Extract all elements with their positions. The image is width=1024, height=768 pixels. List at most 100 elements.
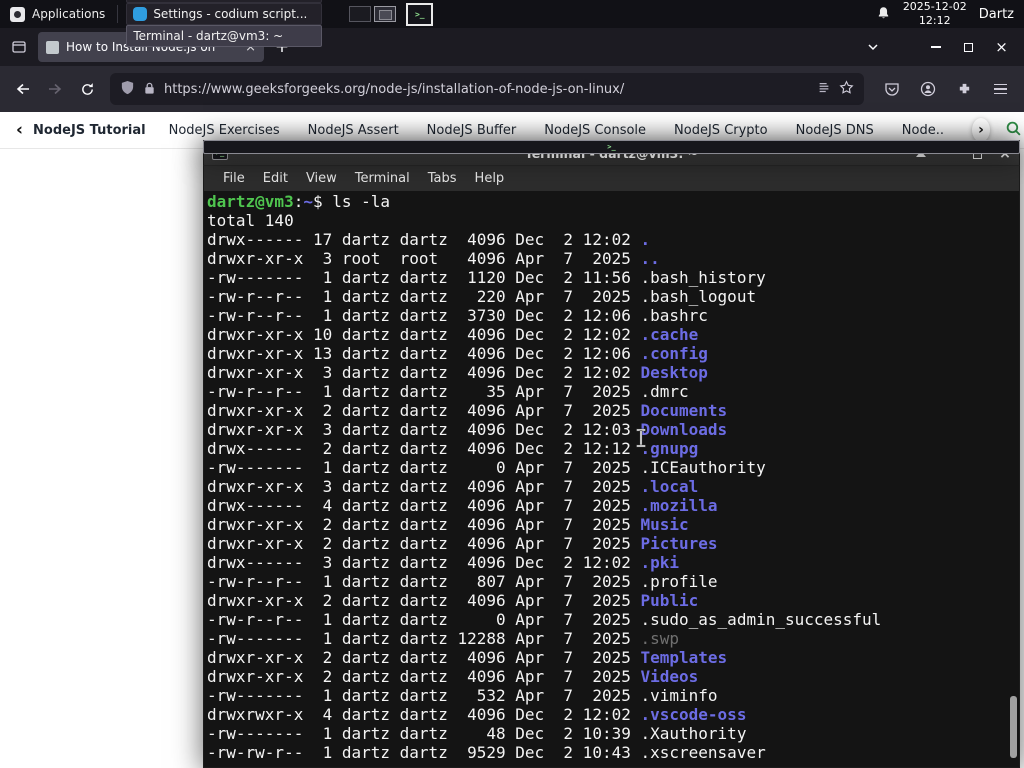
tracking-shield-icon[interactable] [120, 80, 135, 99]
terminal-output-line: drwx------ 3 dartz dartz 4096 Dec 2 12:0… [207, 553, 1019, 572]
taskbar-item-settings[interactable]: Settings - codium script... [126, 3, 323, 25]
terminal-output-line: drwxrwxr-x 4 dartz dartz 4096 Dec 2 12:0… [207, 705, 1019, 724]
terminal-menu-edit[interactable]: Edit [254, 171, 297, 186]
terminal-scrollbar[interactable] [1010, 696, 1017, 758]
notification-bell-icon[interactable] [876, 5, 891, 24]
url-text[interactable]: https://www.geeksforgeeks.org/node-js/in… [164, 82, 809, 97]
terminal-output-line: drwxr-xr-x 3 dartz dartz 4096 Dec 2 12:0… [207, 420, 1019, 439]
account-icon[interactable] [914, 75, 942, 103]
terminal-window: >_ Terminal - dartz@vm3: ~ × FileEditVie… [203, 140, 1020, 768]
site-nav-item[interactable]: Node.. [902, 123, 944, 138]
terminal-menu-file[interactable]: File [214, 171, 254, 186]
nav-scroll-right-icon[interactable]: › [971, 118, 991, 142]
terminal-output-line: -rw-r--r-- 1 dartz dartz 807 Apr 7 2025 … [207, 572, 1019, 591]
browser-close-button[interactable]: × [985, 28, 1018, 66]
terminal-menu-tabs[interactable]: Tabs [419, 171, 466, 186]
terminal-output-line: drwxr-xr-x 3 dartz dartz 4096 Dec 2 12:0… [207, 363, 1019, 382]
terminal-output-line: -rw-r--r-- 1 dartz dartz 0 Apr 7 2025 .s… [207, 610, 1019, 629]
workspace-2[interactable] [374, 6, 397, 22]
site-nav-item[interactable]: NodeJS Crypto [674, 123, 768, 138]
tray-terminal-icon[interactable]: >_ [406, 2, 434, 26]
site-nav-item[interactable]: NodeJS Assert [308, 123, 399, 138]
extensions-puzzle-icon[interactable] [950, 75, 978, 103]
nav-scroll-left-icon[interactable]: ‹ [16, 120, 23, 140]
list-all-tabs-icon[interactable] [859, 41, 887, 53]
file-name: .. [640, 249, 660, 268]
terminal-output-line: -rw------- 1 dartz dartz 48 Dec 2 10:39 … [207, 724, 1019, 743]
bookmark-star-icon[interactable] [839, 79, 854, 99]
reader-mode-icon[interactable] [817, 80, 831, 99]
panel-clock[interactable]: 2025-12-02 12:12 [903, 0, 967, 28]
workspace-switcher[interactable] [349, 6, 397, 22]
file-name: .gnupg [640, 439, 699, 458]
clock-time: 12:12 [918, 14, 951, 27]
site-nav-item[interactable]: NodeJS Console [544, 123, 646, 138]
file-name: Templates [640, 648, 728, 667]
url-bar[interactable]: https://www.geeksforgeeks.org/node-js/in… [110, 73, 864, 105]
site-nav-items: NodeJS Tutorial NodeJS Exercises NodeJS As… [33, 123, 972, 138]
site-nav-item[interactable]: NodeJS Tutorial [33, 123, 146, 138]
back-button[interactable] [8, 74, 38, 104]
file-name: .local [640, 477, 699, 496]
file-meta: -rw-r--r-- 1 dartz dartz 3730 Dec 2 12:0… [207, 306, 641, 325]
file-meta: -rw-r--r-- 1 dartz dartz 807 Apr 7 2025 [207, 572, 641, 591]
clock-date: 2025-12-02 [902, 0, 967, 14]
terminal-menu-terminal[interactable]: Terminal [346, 171, 419, 186]
panel-separator [117, 5, 119, 23]
file-name: .vscode-oss [640, 705, 747, 724]
file-name: Videos [640, 667, 699, 686]
user-menu[interactable]: Dartz [979, 7, 1014, 22]
toolbar-icons [878, 75, 1016, 103]
terminal-icon: >_ [203, 140, 1020, 154]
file-meta: -rw------- 1 dartz dartz 532 Apr 7 2025 [207, 686, 641, 705]
output-text: total 140 [207, 211, 294, 230]
terminal-output-line: total 140 [207, 211, 1019, 230]
terminal-screen[interactable]: dartz@vm3:~$ ls -la total 140 drwx------ 1… [203, 191, 1020, 768]
file-meta: drwxr-xr-x 10 dartz dartz 4096 Dec 2 12:… [207, 325, 641, 344]
taskbar-item-terminal[interactable]: >_ Terminal - dartz@vm3: ~ [126, 25, 1020, 154]
terminal-menu-view[interactable]: View [297, 171, 346, 186]
terminal-prompt-line: dartz@vm3:~$ ls -la [207, 192, 1019, 211]
file-meta: drwxrwxr-x 4 dartz dartz 4096 Dec 2 12:0… [207, 705, 641, 724]
file-name: .config [640, 344, 708, 363]
terminal-output-line: drwxr-xr-x 2 dartz dartz 4096 Apr 7 2025… [207, 515, 1019, 534]
prompt-symbol: $ [312, 192, 333, 211]
settings-icon [133, 7, 148, 21]
site-nav-item[interactable]: NodeJS DNS [796, 123, 874, 138]
terminal-menu-help[interactable]: Help [466, 171, 514, 186]
file-name: Pictures [640, 534, 718, 553]
file-name: .cache [640, 325, 699, 344]
browser-maximize-button[interactable] [952, 28, 985, 66]
terminal-output-line: drwx------ 17 dartz dartz 4096 Dec 2 12:… [207, 230, 1019, 249]
firefox-view-icon[interactable] [6, 34, 32, 60]
terminal-output-line: -rw------- 1 dartz dartz 0 Apr 7 2025 .I… [207, 458, 1019, 477]
terminal-output-line: drwxr-xr-x 3 dartz dartz 4096 Apr 7 2025… [207, 477, 1019, 496]
forward-button[interactable] [40, 74, 70, 104]
terminal-output-line: drwxr-xr-x 3 root root 4096 Apr 7 2025 .… [207, 249, 1019, 268]
search-icon[interactable] [1005, 120, 1022, 141]
browser-window-controls: × [919, 28, 1018, 66]
workspace-1[interactable] [349, 6, 372, 22]
lock-icon[interactable] [143, 80, 156, 99]
pocket-icon[interactable] [878, 75, 906, 103]
file-name: .swp [640, 629, 680, 648]
reload-button[interactable] [72, 74, 102, 104]
site-nav-item[interactable]: NodeJS Exercises [169, 123, 280, 138]
file-name: Music [640, 515, 689, 534]
applications-menu[interactable]: Applications [0, 0, 115, 28]
prompt-separator: : [293, 192, 304, 211]
file-name: .mozilla [640, 496, 718, 515]
page-favicon [46, 40, 59, 54]
file-meta: -rw-r--r-- 1 dartz dartz 35 Apr 7 2025 [207, 382, 641, 401]
browser-minimize-button[interactable] [919, 28, 952, 66]
terminal-output-line: -rw-rw-r-- 1 dartz dartz 9529 Dec 2 10:4… [207, 743, 1019, 762]
site-nav-item[interactable]: NodeJS Buffer [427, 123, 517, 138]
desktop: Applications How to Install Node.js o...… [0, 0, 1024, 768]
file-meta: drwx------ 4 dartz dartz 4096 Apr 7 2025 [207, 496, 641, 515]
file-name: .xscreensaver [640, 743, 766, 762]
file-meta: drwxr-xr-x 2 dartz dartz 4096 Apr 7 2025 [207, 667, 641, 686]
file-name: .dmrc [640, 382, 689, 401]
terminal-output-line: -rw------- 1 dartz dartz 12288 Apr 7 202… [207, 629, 1019, 648]
file-meta: drwxr-xr-x 3 dartz dartz 4096 Dec 2 12:0… [207, 363, 641, 382]
menu-hamburger-icon[interactable] [986, 75, 1014, 103]
